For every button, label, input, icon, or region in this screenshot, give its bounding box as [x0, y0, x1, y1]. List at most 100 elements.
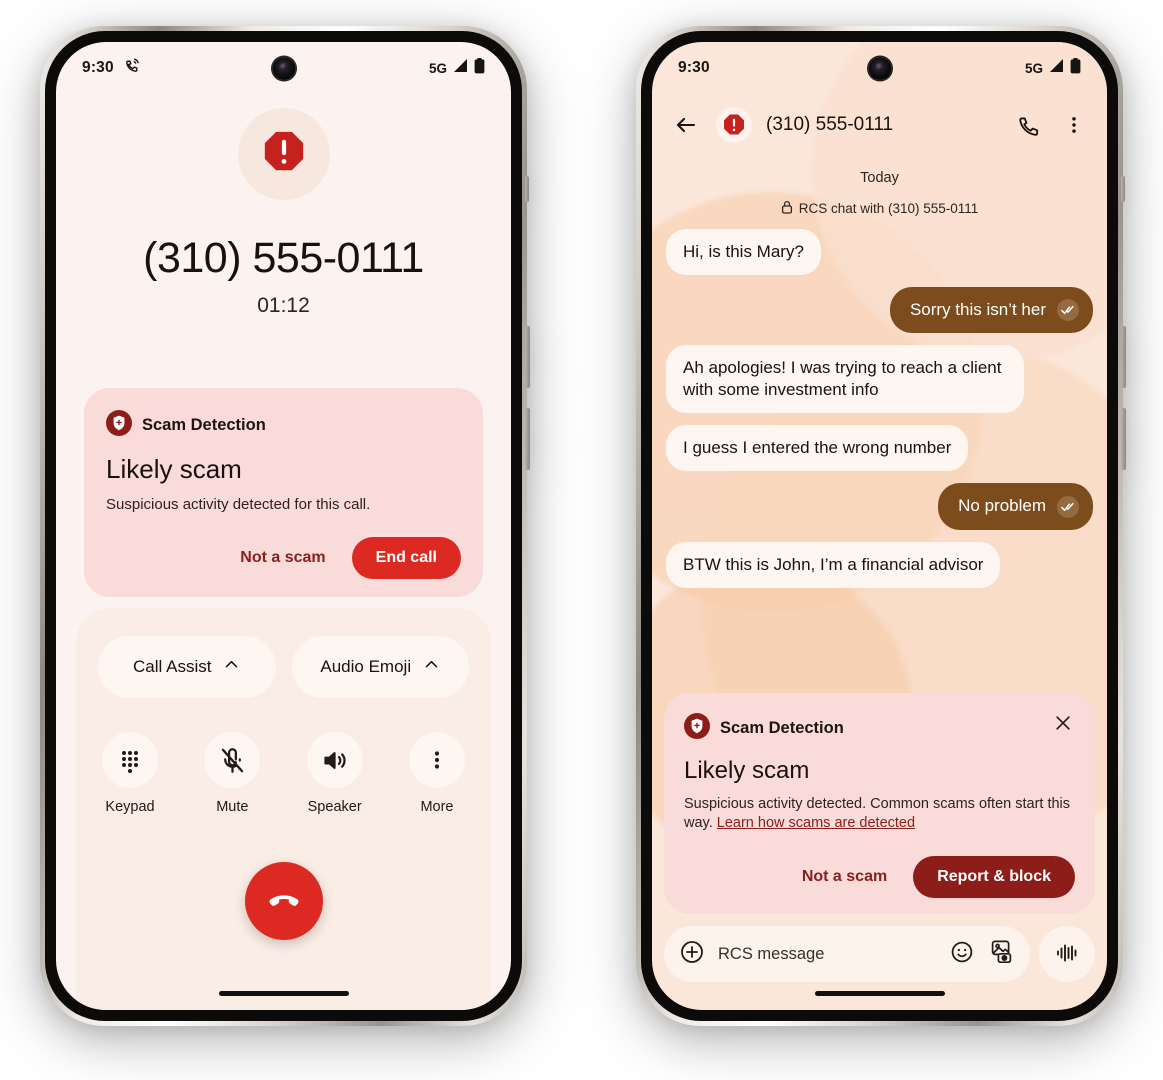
message-row: Hi, is this Mary?: [666, 229, 1093, 276]
phone-icon[interactable]: [1014, 110, 1045, 141]
scam-card-actions: Not a scam End call: [106, 537, 461, 580]
call-duration: 01:12: [257, 294, 310, 317]
chat-title: (310) 555-0111: [766, 114, 894, 135]
call-muted-icon: [124, 57, 141, 79]
scam-card-body: Suspicious activity detected. Common sca…: [684, 795, 1075, 834]
front-camera: [272, 57, 295, 80]
mute-label: Mute: [216, 799, 249, 815]
back-arrow-icon[interactable]: [670, 109, 702, 141]
message-row: Ah apologies! I was trying to reach a cl…: [666, 345, 1093, 414]
more-vertical-icon[interactable]: [1059, 110, 1089, 140]
battery-full-icon: [1070, 57, 1081, 79]
status-time: 9:30: [678, 59, 710, 76]
phone-bezel: 9:30 5G: [641, 31, 1118, 1021]
report-and-block-button[interactable]: Report & block: [913, 856, 1075, 898]
volume-down-button[interactable]: [525, 408, 530, 470]
call-assist-chip[interactable]: Call Assist: [98, 636, 276, 698]
scam-detection-card: Scam Detection Likely scam Suspicious ac…: [664, 692, 1095, 914]
voice-waveform-icon: [1054, 941, 1080, 968]
mute-switch[interactable]: [1121, 176, 1125, 202]
more-vertical-icon: [408, 732, 465, 788]
emoji-smiley-icon[interactable]: [950, 940, 974, 969]
call-assist-label: Call Assist: [133, 657, 212, 676]
double-check-icon: [1057, 495, 1079, 518]
end-call-button[interactable]: [244, 862, 323, 940]
scam-card-title: Likely scam: [106, 454, 242, 484]
message-bubble-incoming[interactable]: I guess I entered the wrong number: [666, 425, 969, 472]
message-bubble-incoming[interactable]: Hi, is this Mary?: [666, 229, 821, 276]
audio-emoji-chip[interactable]: Audio Emoji: [291, 636, 469, 698]
gallery-camera-icon[interactable]: [988, 940, 1014, 969]
audio-emoji-label: Audio Emoji: [320, 657, 412, 676]
network-label: 5G: [1024, 60, 1043, 76]
close-icon[interactable]: [1049, 709, 1077, 740]
caller-avatar: [237, 108, 330, 200]
not-a-scam-button[interactable]: Not a scam: [228, 541, 337, 575]
message-bubble-incoming[interactable]: BTW this is John, I’m a financial adviso…: [666, 541, 1001, 588]
network-label: 5G: [428, 60, 447, 76]
phone-screen-call: 9:30 5G (310) 555-0111 01:12 Scam Detect…: [56, 42, 511, 1010]
front-camera: [868, 57, 891, 80]
message-text: Sorry this isn’t her: [909, 300, 1046, 320]
volume-up-button[interactable]: [1121, 326, 1126, 388]
message-input-field[interactable]: RCS message: [664, 926, 1030, 982]
message-text: No problem: [958, 496, 1046, 516]
screenshot-stage: 9:30 5G (310) 555-0111 01:12 Scam Detect…: [0, 0, 1163, 1080]
mute-button[interactable]: Mute: [204, 732, 261, 815]
message-row: BTW this is John, I’m a financial adviso…: [666, 541, 1093, 588]
speaker-label: Speaker: [307, 799, 362, 815]
phone-device-chat: 9:30 5G (310) 555-0111 Today RCS chat wi…: [636, 26, 1126, 1026]
plus-circle-icon[interactable]: [680, 940, 704, 969]
chat-header: (310) 555-0111: [652, 94, 1107, 156]
phone-bezel: 9:30 5G: [45, 31, 522, 1021]
home-indicator[interactable]: [814, 991, 945, 996]
status-bar-left: 9:30: [82, 57, 141, 79]
double-check-icon: [1057, 299, 1079, 322]
scam-card-body: Suspicious activity detected for this ca…: [106, 496, 371, 513]
scam-card-header: Scam Detection: [684, 712, 1075, 744]
message-row: Sorry this isn’t her: [666, 287, 1093, 334]
caller-number: (310) 555-0111: [143, 234, 424, 282]
end-call-card-button[interactable]: End call: [351, 537, 461, 580]
scam-detection-card: Scam Detection Likely scam Suspicious ac…: [84, 388, 483, 598]
message-row: No problem: [666, 483, 1093, 530]
chevron-up-icon: [423, 656, 440, 678]
call-chip-row: Call Assist Audio Emoji: [98, 636, 469, 698]
signal-bars-icon: [1048, 58, 1065, 78]
battery-full-icon: [474, 57, 485, 79]
call-controls-panel: Call Assist Audio Emoji Keypad Mute Spea…: [76, 608, 491, 1010]
message-bubble-outgoing[interactable]: Sorry this isn’t her: [889, 287, 1093, 334]
scam-card-header-label: Scam Detection: [142, 416, 266, 434]
volume-up-button[interactable]: [525, 326, 530, 388]
home-indicator[interactable]: [218, 991, 349, 996]
chevron-up-icon: [223, 656, 240, 678]
more-button[interactable]: More: [408, 732, 465, 815]
more-label: More: [420, 799, 454, 815]
call-control-row: Keypad Mute Speaker More: [98, 732, 469, 815]
learn-more-link[interactable]: Learn how scams are detected: [717, 815, 915, 831]
scam-card-header: Scam Detection: [106, 410, 461, 441]
message-placeholder: RCS message: [718, 944, 825, 963]
rcs-note-label: RCS chat with (310) 555-0111: [798, 201, 979, 216]
status-bar-right: 5G: [1024, 57, 1081, 79]
voice-message-button[interactable]: [1039, 926, 1095, 982]
keypad-button[interactable]: Keypad: [102, 732, 158, 815]
mute-switch[interactable]: [525, 176, 529, 202]
status-bar-right: 5G: [428, 57, 485, 79]
not-a-scam-button[interactable]: Not a scam: [790, 860, 899, 894]
scam-octagon-warning-icon: [261, 129, 307, 180]
keypad-label: Keypad: [105, 799, 155, 815]
message-bubble-outgoing[interactable]: No problem: [938, 483, 1093, 530]
status-time: 9:30: [82, 59, 114, 76]
volume-down-button[interactable]: [1121, 408, 1126, 470]
speaker-button[interactable]: Speaker: [306, 732, 363, 815]
chat-screen: 9:30 5G (310) 555-0111 Today RCS chat wi…: [652, 42, 1107, 1010]
scam-shield-icon: [106, 410, 132, 441]
signal-bars-icon: [452, 58, 469, 78]
rcs-encryption-note: RCS chat with (310) 555-0111: [666, 200, 1093, 217]
message-bubble-incoming[interactable]: Ah apologies! I was trying to reach a cl…: [666, 345, 1024, 414]
keypad-icon: [102, 732, 158, 788]
scam-card-title: Likely scam: [684, 756, 810, 784]
status-bar-left: 9:30: [678, 59, 710, 77]
scam-shield-icon: [684, 712, 710, 744]
